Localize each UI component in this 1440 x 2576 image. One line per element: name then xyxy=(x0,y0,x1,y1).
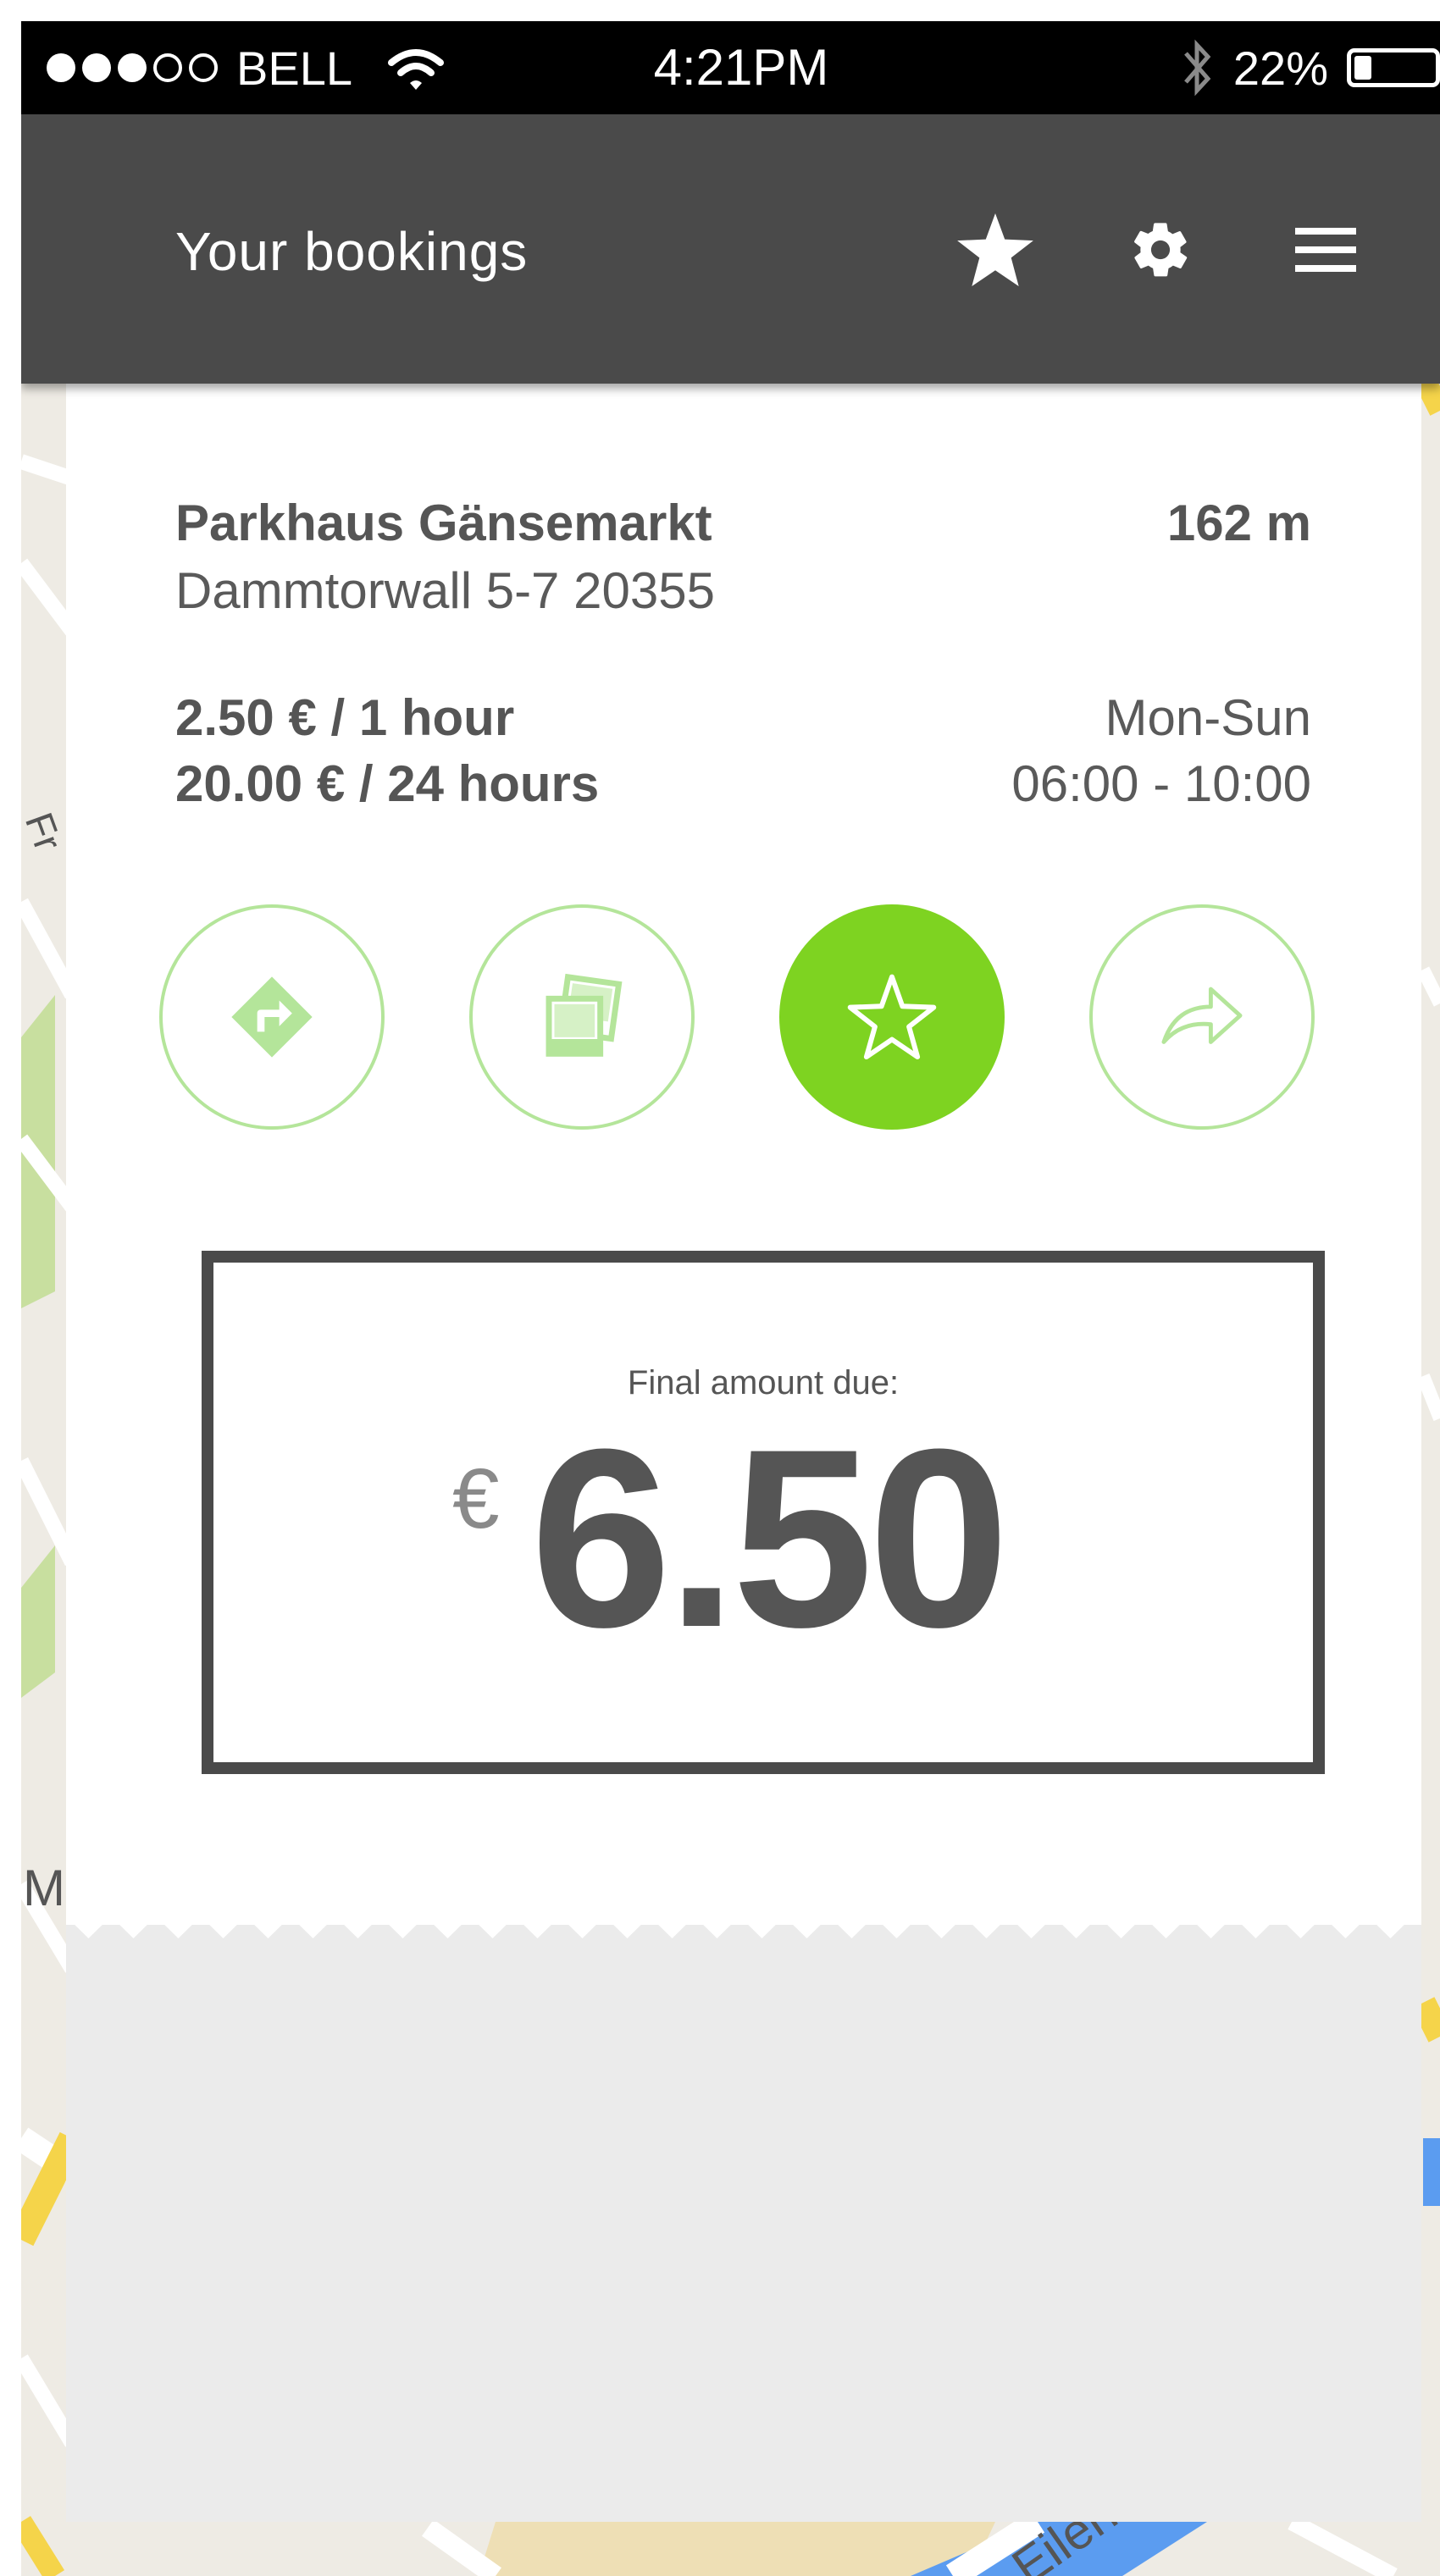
status-bar: BELL 4:21PM 22% xyxy=(21,21,1440,114)
star-outline-icon xyxy=(847,974,937,1059)
garage-name: Parkhaus Gänsemarkt xyxy=(175,495,712,551)
garage-distance: 162 m xyxy=(1166,495,1311,551)
photos-button[interactable] xyxy=(469,904,695,1130)
garage-address: Dammtorwall 5-7 20355 xyxy=(175,562,715,619)
gear-icon xyxy=(1134,223,1188,277)
price-hourly: 2.50 € / 1 hour xyxy=(175,689,515,746)
directions-button[interactable] xyxy=(159,904,385,1130)
battery-percent: 22% xyxy=(1232,41,1328,95)
bluetooth-icon xyxy=(1184,39,1211,97)
star-icon xyxy=(957,213,1033,286)
receipt-tear-edge xyxy=(66,1908,1421,1938)
share-icon xyxy=(1161,987,1243,1044)
favorite-button[interactable] xyxy=(779,904,1005,1130)
share-button[interactable] xyxy=(1089,904,1315,1130)
battery-level xyxy=(1354,56,1371,80)
booking-card: Parkhaus Gänsemarkt Dammtorwall 5-7 2035… xyxy=(66,384,1421,2522)
menu-button[interactable] xyxy=(1283,207,1368,292)
phone-screen: Fr M Eilen BELL 4:21PM 22% Your bookings… xyxy=(21,21,1440,2576)
app-header: Your bookings xyxy=(21,114,1440,384)
opening-days: Mon-Sun xyxy=(1105,689,1311,746)
page-title: Your bookings xyxy=(175,221,529,282)
currency-symbol: € xyxy=(452,1451,500,1546)
map-label: M xyxy=(23,1860,65,1916)
amount-due-box: Final amount due: € 6.50 xyxy=(202,1251,1325,1774)
settings-button[interactable] xyxy=(1118,207,1203,292)
opening-hours: 06:00 - 10:00 xyxy=(1011,755,1311,812)
amount-due-value: 6.50 xyxy=(530,1396,1010,1680)
directions-icon xyxy=(231,976,313,1058)
favorites-button[interactable] xyxy=(953,207,1038,292)
menu-icon xyxy=(1295,228,1356,272)
photos-icon xyxy=(546,973,623,1057)
price-daily: 20.00 € / 24 hours xyxy=(175,755,600,812)
battery-icon xyxy=(1347,48,1440,87)
